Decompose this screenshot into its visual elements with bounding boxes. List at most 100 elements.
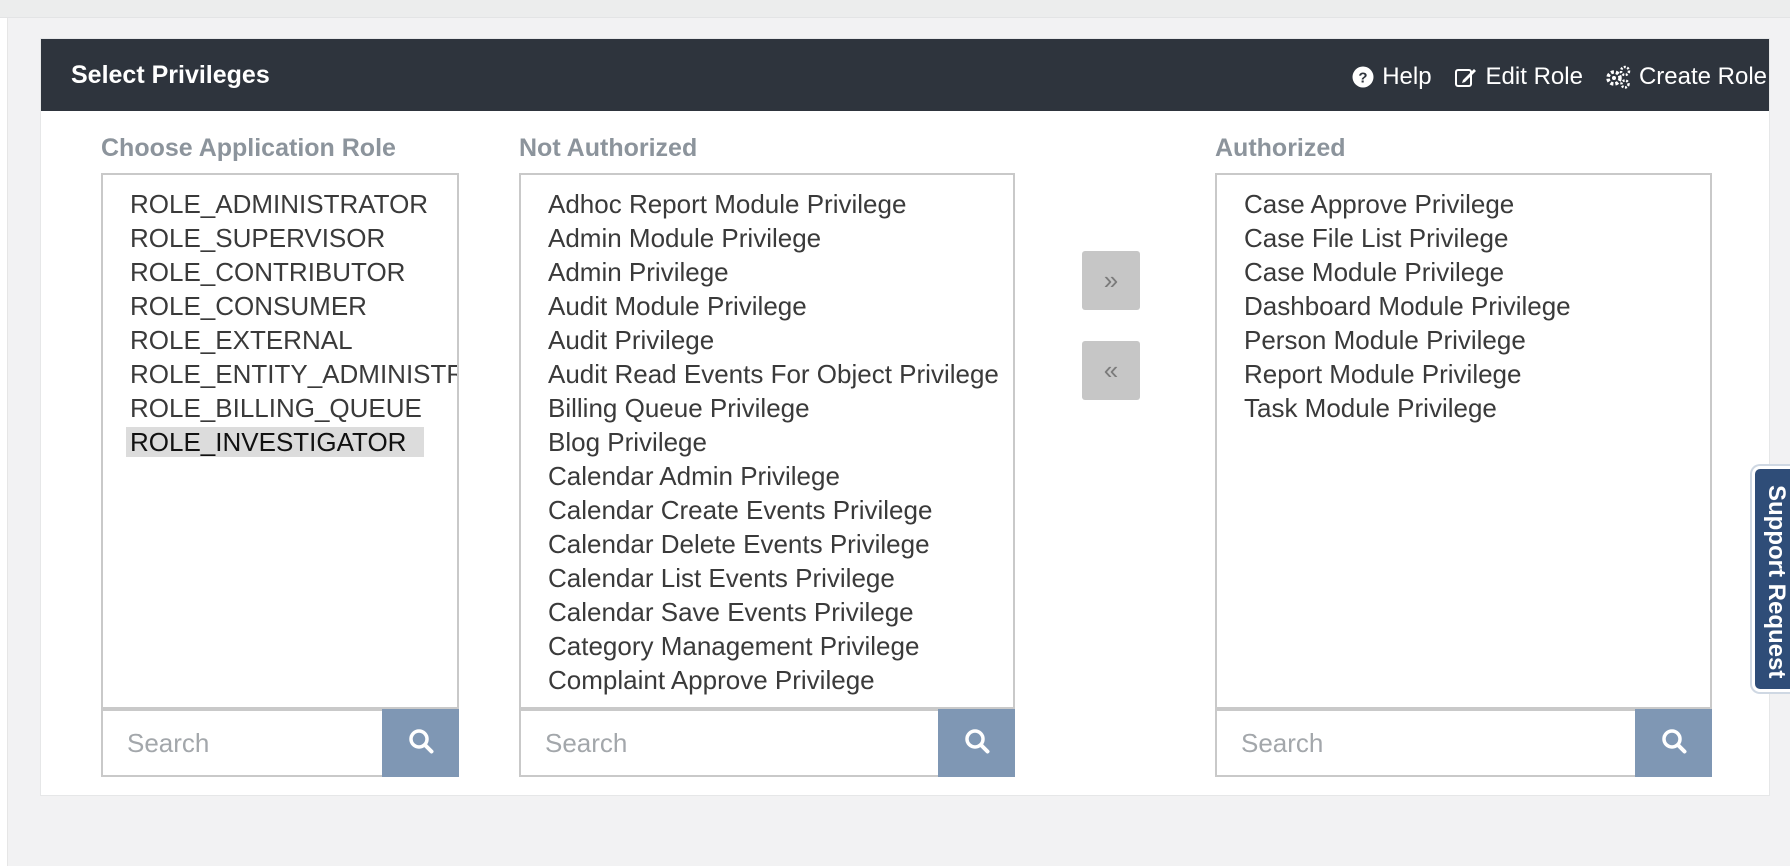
create-role-button[interactable]: Create Role: [1605, 63, 1767, 91]
authorized-option[interactable]: Case File List Privilege: [1217, 221, 1710, 255]
edit-icon: [1454, 65, 1478, 89]
support-request-tab[interactable]: Support Request: [1752, 466, 1790, 692]
role-option-label: ROLE_EXTERNAL: [130, 325, 353, 355]
support-request-label: Support Request: [1763, 485, 1790, 679]
authorized-option-label: Task Module Privilege: [1244, 393, 1497, 423]
not-authorized-search-button[interactable]: [938, 709, 1015, 777]
help-label: Help: [1382, 63, 1432, 90]
not-authorized-option-label: Blog Privilege: [548, 427, 707, 457]
cogs-icon: [1605, 65, 1631, 89]
authorized-search-input[interactable]: [1215, 709, 1635, 777]
not-authorized-list: Adhoc Report Module Privilege Admin Modul…: [521, 175, 1013, 697]
left-strip: [0, 18, 8, 866]
not-authorized-option[interactable]: Admin Module Privilege: [521, 221, 1013, 255]
create-role-label: Create Role: [1638, 63, 1767, 90]
panel-header: Select Privileges ? Help Edit Role Creat…: [41, 39, 1769, 111]
role-option[interactable]: ROLE_CONTRIBUTOR: [103, 255, 457, 289]
search-icon: [408, 728, 434, 759]
not-authorized-listbox[interactable]: Adhoc Report Module Privilege Admin Modul…: [519, 173, 1015, 709]
not-authorized-option-label: Admin Privilege: [548, 257, 729, 287]
authorized-option-label: Case File List Privilege: [1244, 223, 1509, 253]
not-authorized-option[interactable]: Calendar Save Events Privilege: [521, 595, 1013, 629]
not-authorized-option-label: Audit Module Privilege: [548, 291, 807, 321]
not-authorized-option-label: Category Management Privilege: [548, 631, 920, 661]
not-authorized-search-input[interactable]: [519, 709, 938, 777]
authorized-option[interactable]: Dashboard Module Privilege: [1217, 289, 1710, 323]
authorized-option-label: Case Approve Privilege: [1244, 189, 1515, 219]
not-authorized-option-label: Adhoc Report Module Privilege: [548, 189, 907, 219]
authorized-option-label: Case Module Privilege: [1244, 257, 1505, 287]
unauthorize-button[interactable]: «: [1082, 341, 1140, 400]
help-button[interactable]: ? Help: [1352, 63, 1432, 91]
authorized-search: [1215, 709, 1712, 777]
header-actions: ? Help Edit Role Create Role: [1352, 63, 1767, 91]
authorize-button[interactable]: »: [1082, 251, 1140, 310]
not-authorized-option[interactable]: Audit Privilege: [521, 323, 1013, 357]
authorized-option[interactable]: Report Module Privilege: [1217, 357, 1710, 391]
not-authorized-option-label: Billing Queue Privilege: [548, 393, 810, 423]
role-option-label: ROLE_SUPERVISOR: [130, 223, 386, 253]
not-authorized-option[interactable]: Blog Privilege: [521, 425, 1013, 459]
roles-list: ROLE_ADMINISTRATOR ROLE_SUPERVISOR ROLE_CO…: [103, 175, 457, 459]
role-option-label: ROLE_CONSUMER: [130, 291, 367, 321]
top-bar: [0, 0, 1790, 18]
role-option-label: ROLE_ENTITY_ADMINISTRATOR: [130, 359, 457, 389]
authorized-option-label: Report Module Privilege: [1244, 359, 1522, 389]
not-authorized-option-label: Calendar Save Events Privilege: [548, 597, 914, 627]
role-option-label: ROLE_ADMINISTRATOR: [130, 189, 429, 219]
authorized-option-label: Dashboard Module Privilege: [1244, 291, 1571, 321]
not-authorized-option[interactable]: Admin Privilege: [521, 255, 1013, 289]
roles-search-input[interactable]: [101, 709, 382, 777]
role-option[interactable]: ROLE_BILLING_QUEUE: [103, 391, 457, 425]
not-authorized-option[interactable]: Calendar List Events Privilege: [521, 561, 1013, 595]
edit-role-label: Edit Role: [1485, 63, 1583, 90]
not-authorized-option-label: Audit Privilege: [548, 325, 715, 355]
not-authorized-option[interactable]: Audit Read Events For Object Privilege: [521, 357, 1013, 391]
panel-title: Select Privileges: [71, 61, 270, 89]
roles-search: [101, 709, 459, 777]
not-authorized-option-label: Calendar Admin Privilege: [548, 461, 840, 491]
edit-role-button[interactable]: Edit Role: [1454, 63, 1583, 91]
not-authorized-option[interactable]: Complaint Approve Privilege: [521, 663, 1013, 697]
role-option-label: ROLE_BILLING_QUEUE: [130, 393, 422, 423]
not-authorized-option-label: Calendar Create Events Privilege: [548, 495, 933, 525]
svg-text:?: ?: [1359, 70, 1368, 87]
roles-label: Choose Application Role: [101, 134, 396, 162]
role-option[interactable]: ROLE_EXTERNAL: [103, 323, 457, 357]
role-option[interactable]: ROLE_CONSUMER: [103, 289, 457, 323]
not-authorized-option-label: Complaint Approve Privilege: [548, 665, 875, 695]
role-option[interactable]: ROLE_ENTITY_ADMINISTRATOR: [103, 357, 457, 391]
role-option[interactable]: ROLE_ADMINISTRATOR: [103, 187, 457, 221]
authorized-option[interactable]: Case Module Privilege: [1217, 255, 1710, 289]
authorized-option[interactable]: Person Module Privilege: [1217, 323, 1710, 357]
not-authorized-option-label: Admin Module Privilege: [548, 223, 822, 253]
not-authorized-option[interactable]: Calendar Delete Events Privilege: [521, 527, 1013, 561]
not-authorized-option[interactable]: Calendar Admin Privilege: [521, 459, 1013, 493]
not-authorized-label: Not Authorized: [519, 134, 698, 162]
not-authorized-option[interactable]: Category Management Privilege: [521, 629, 1013, 663]
search-icon: [1661, 728, 1687, 759]
not-authorized-option[interactable]: Audit Module Privilege: [521, 289, 1013, 323]
not-authorized-option[interactable]: Calendar Create Events Privilege: [521, 493, 1013, 527]
authorized-option[interactable]: Task Module Privilege: [1217, 391, 1710, 425]
roles-listbox[interactable]: ROLE_ADMINISTRATOR ROLE_SUPERVISOR ROLE_CO…: [101, 173, 459, 709]
authorized-list: Case Approve Privilege Case File List Pri…: [1217, 175, 1710, 425]
not-authorized-option[interactable]: Adhoc Report Module Privilege: [521, 187, 1013, 221]
authorized-search-button[interactable]: [1635, 709, 1712, 777]
authorized-option[interactable]: Case Approve Privilege: [1217, 187, 1710, 221]
authorized-listbox[interactable]: Case Approve Privilege Case File List Pri…: [1215, 173, 1712, 709]
role-option[interactable]: ROLE_INVESTIGATOR: [103, 425, 457, 459]
not-authorized-search: [519, 709, 1015, 777]
search-icon: [964, 728, 990, 759]
role-option[interactable]: ROLE_SUPERVISOR: [103, 221, 457, 255]
not-authorized-option[interactable]: Billing Queue Privilege: [521, 391, 1013, 425]
question-circle-icon: ?: [1352, 66, 1374, 88]
not-authorized-option-label: Audit Read Events For Object Privilege: [548, 359, 999, 389]
authorized-option-label: Person Module Privilege: [1244, 325, 1526, 355]
not-authorized-option-label: Calendar List Events Privilege: [548, 563, 895, 593]
authorized-label: Authorized: [1215, 134, 1346, 162]
roles-search-button[interactable]: [382, 709, 459, 777]
select-privileges-panel: Select Privileges ? Help Edit Role Creat…: [40, 38, 1770, 796]
role-option-label: ROLE_INVESTIGATOR: [126, 427, 425, 457]
role-option-label: ROLE_CONTRIBUTOR: [130, 257, 406, 287]
